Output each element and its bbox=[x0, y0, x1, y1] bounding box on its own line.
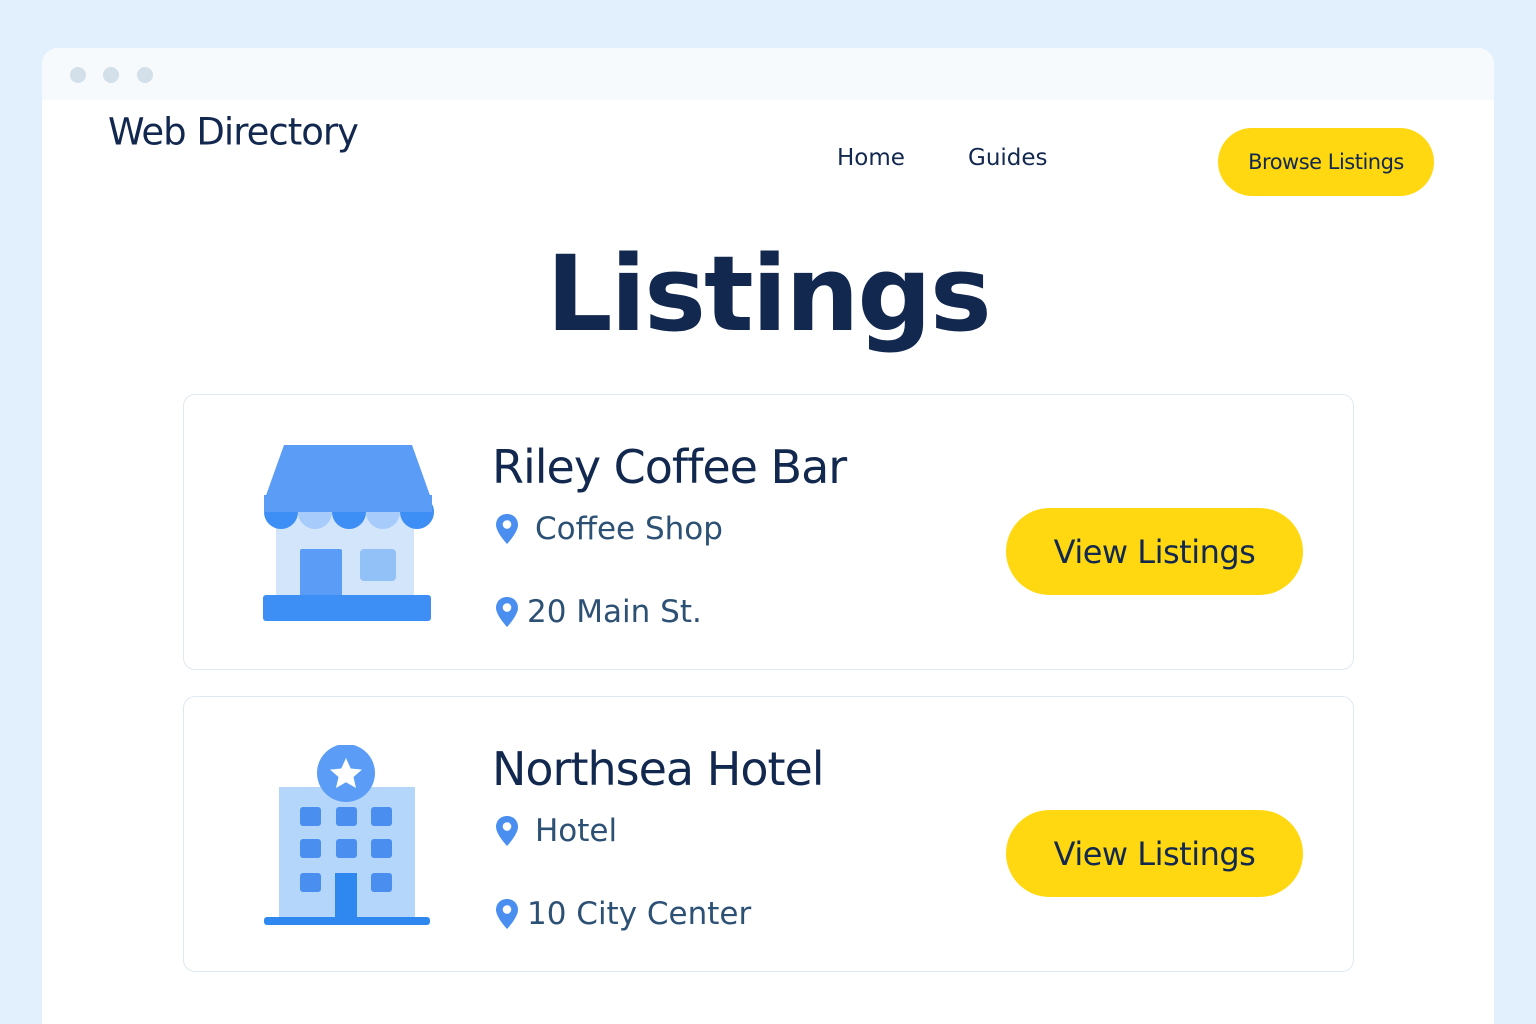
browse-listings-button[interactable]: Browse Listings bbox=[1218, 128, 1434, 196]
storefront-icon bbox=[263, 445, 434, 621]
listing-address-text: 20 Main St. bbox=[527, 594, 702, 630]
listing-address: 20 Main St. bbox=[495, 594, 702, 630]
page-title: Listings bbox=[546, 233, 992, 355]
window-titlebar bbox=[42, 48, 1494, 100]
view-listings-button[interactable]: View Listings bbox=[1006, 810, 1303, 897]
location-pin-icon bbox=[496, 514, 518, 544]
location-pin-icon bbox=[496, 597, 518, 627]
listing-name[interactable]: Northsea Hotel bbox=[492, 742, 825, 796]
listing-category-text: Hotel bbox=[535, 813, 618, 849]
window-dot-maximize[interactable] bbox=[137, 67, 153, 83]
location-pin-icon bbox=[496, 816, 518, 846]
listing-category: Coffee Shop bbox=[495, 511, 723, 547]
listing-address: 10 City Center bbox=[495, 896, 751, 932]
listing-name[interactable]: Riley Coffee Bar bbox=[492, 440, 847, 494]
listing-card: Riley Coffee Bar Coffee Shop 20 Main St.… bbox=[183, 394, 1354, 670]
browser-window: Web Directory Home Guides Browse Listing… bbox=[42, 48, 1494, 1024]
listing-address-text: 10 City Center bbox=[527, 896, 752, 932]
site-logo[interactable]: Web Directory bbox=[108, 111, 359, 154]
window-dot-close[interactable] bbox=[70, 67, 86, 83]
listing-category-text: Coffee Shop bbox=[535, 511, 723, 547]
nav-link-guides[interactable]: Guides bbox=[968, 145, 1048, 171]
location-pin-icon bbox=[496, 899, 518, 929]
window-dot-minimize[interactable] bbox=[103, 67, 119, 83]
hotel-building-icon bbox=[264, 745, 430, 925]
nav-link-home[interactable]: Home bbox=[837, 145, 905, 171]
view-listings-button[interactable]: View Listings bbox=[1006, 508, 1303, 595]
listing-category: Hotel bbox=[495, 813, 617, 849]
listing-card: Northsea Hotel Hotel 10 City Center View… bbox=[183, 696, 1354, 972]
